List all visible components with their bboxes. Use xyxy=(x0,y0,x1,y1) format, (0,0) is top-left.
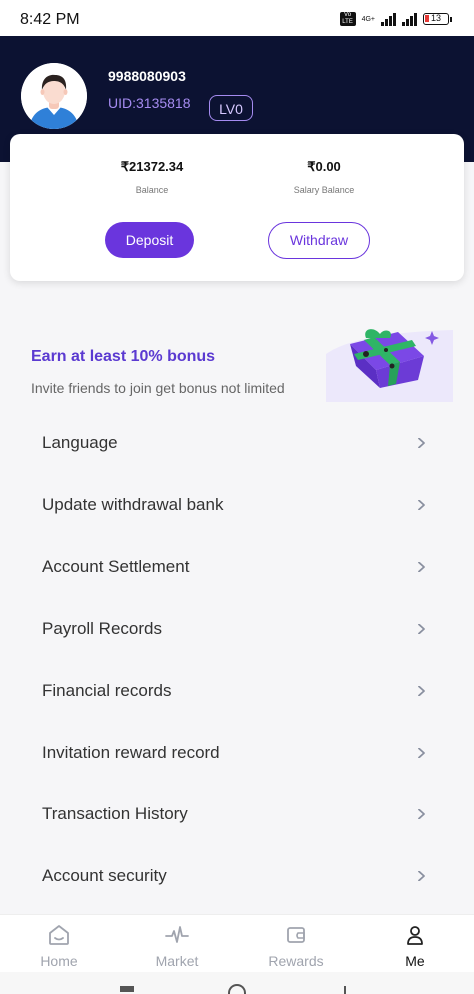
menu-item-payroll-records[interactable]: Payroll Records xyxy=(0,598,474,660)
person-avatar-icon xyxy=(21,63,87,129)
menu-item-label: Account security xyxy=(42,866,167,885)
battery-level: 13 xyxy=(430,13,441,23)
menu-item-language[interactable]: Language xyxy=(0,412,474,474)
status-time: 8:42 PM xyxy=(20,11,80,28)
balance-label: Balance xyxy=(135,185,169,195)
nav-rewards[interactable]: Rewards xyxy=(237,915,355,973)
status-icons: Vo LTE 4G+ 13 xyxy=(339,12,452,26)
nav-label: Rewards xyxy=(268,953,324,969)
battery-icon: 13 xyxy=(423,13,452,25)
chevron-right-icon xyxy=(418,809,425,819)
volte-icon: Vo LTE xyxy=(339,12,356,26)
chevron-right-icon xyxy=(418,624,425,634)
nav-me[interactable]: Me xyxy=(356,915,474,973)
withdraw-button[interactable]: Withdraw xyxy=(268,222,370,259)
nav-label: Home xyxy=(40,953,78,969)
nav-market[interactable]: Market xyxy=(118,915,236,973)
pulse-icon xyxy=(165,926,189,943)
menu-item-label: Language xyxy=(42,433,118,452)
menu-item-invitation-reward-record[interactable]: Invitation reward record xyxy=(0,722,474,784)
back-icon[interactable] xyxy=(344,986,350,994)
balance-amount: ₹21372.34 xyxy=(120,159,184,174)
nav-label: Market xyxy=(155,953,199,969)
wallet-icon xyxy=(287,927,305,943)
chevron-right-icon xyxy=(418,438,425,448)
phone-number: 9988080903 xyxy=(108,68,186,84)
chevron-right-icon xyxy=(418,871,425,881)
person-icon xyxy=(407,926,423,945)
deposit-button[interactable]: Deposit xyxy=(105,222,194,258)
salary-balance-amount: ₹0.00 xyxy=(307,159,341,174)
signal-strength-icon xyxy=(381,12,396,26)
avatar[interactable] xyxy=(21,63,87,129)
status-bar: 8:42 PM Vo LTE 4G+ 13 xyxy=(0,0,474,36)
promo-subtitle: Invite friends to join get bonus not lim… xyxy=(31,380,285,396)
menu-item-label: Payroll Records xyxy=(42,619,162,638)
recents-icon[interactable] xyxy=(120,986,134,992)
level-badge: LV0 xyxy=(209,95,253,121)
signal-strength-icon-2 xyxy=(402,12,417,26)
nav-label: Me xyxy=(405,953,425,969)
menu-item-label: Account Settlement xyxy=(42,557,190,576)
menu-item-label: Update withdrawal bank xyxy=(42,495,224,514)
salary-balance-label: Salary Balance xyxy=(293,185,355,195)
menu-item-label: Financial records xyxy=(42,681,172,700)
chevron-right-icon xyxy=(418,500,425,510)
menu-item-update-withdrawal-bank[interactable]: Update withdrawal bank xyxy=(0,474,474,536)
home-system-icon[interactable] xyxy=(228,984,246,994)
home-icon xyxy=(49,925,69,945)
menu-item-account-security[interactable]: Account security xyxy=(0,845,474,907)
chevron-right-icon xyxy=(418,686,425,696)
network-type-label: 4G+ xyxy=(361,15,375,23)
menu-item-financial-records[interactable]: Financial records xyxy=(0,660,474,722)
promo-title: Earn at least 10% bonus xyxy=(31,348,216,365)
chevron-right-icon xyxy=(418,748,425,758)
nav-home[interactable]: Home xyxy=(0,915,118,973)
system-nav-bar xyxy=(0,972,474,994)
bottom-nav: Home Market Rewards Me xyxy=(0,914,474,973)
user-id: UID:3135818 xyxy=(108,95,191,111)
gift-box-icon xyxy=(326,329,453,402)
chevron-right-icon xyxy=(418,562,425,572)
menu-item-label: Invitation reward record xyxy=(42,743,220,762)
menu-item-label: Transaction History xyxy=(42,804,188,823)
menu-item-account-settlement[interactable]: Account Settlement xyxy=(0,536,474,598)
menu-item-transaction-history[interactable]: Transaction History xyxy=(0,783,474,845)
balance-card: ₹21372.34 Balance ₹0.00 Salary Balance D… xyxy=(10,134,464,281)
